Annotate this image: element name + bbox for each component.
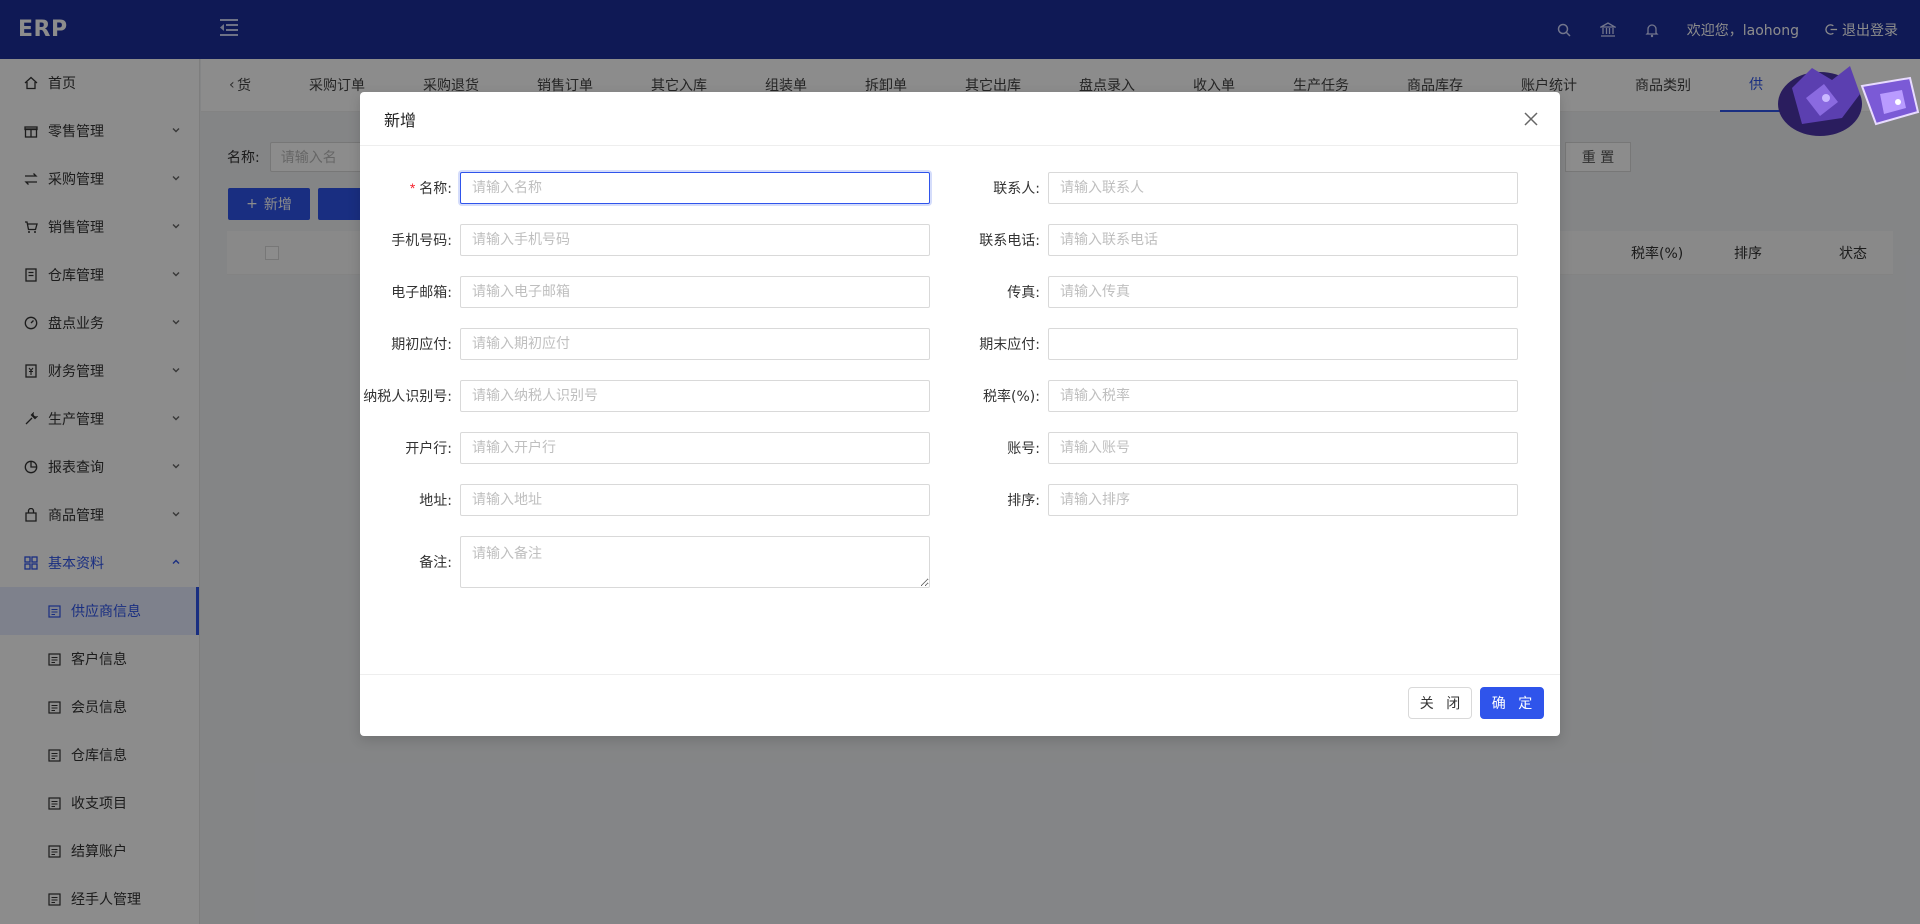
form-item-mobile: 手机号码: (360, 224, 930, 256)
remark-field[interactable] (460, 536, 930, 588)
form-item-address: 地址: (360, 484, 930, 516)
dialog-title: 新增 (384, 110, 417, 130)
tax-id-field[interactable] (460, 380, 930, 412)
form-item-contact: 联系人: (948, 172, 1518, 204)
phone-field[interactable] (1048, 224, 1518, 256)
mobile-field[interactable] (460, 224, 930, 256)
contact-label: 联系人: (993, 181, 1040, 197)
fax-field[interactable] (1048, 276, 1518, 308)
supplier-form: *名称: 手机号码: 电子邮箱: 期初应付: 纳税人识别号: 开户行: 地址: (360, 146, 1560, 674)
close-icon[interactable] (1520, 108, 1542, 130)
email-label: 电子邮箱: (391, 285, 452, 301)
form-item-tax-rate: 税率(%): (948, 380, 1518, 412)
bank-field[interactable] (460, 432, 930, 464)
form-item-sort: 排序: (948, 484, 1518, 516)
fax-label: 传真: (1007, 285, 1040, 301)
form-item-phone: 联系电话: (948, 224, 1518, 256)
form-item-remark: 备注: (360, 536, 930, 588)
contact-field[interactable] (1048, 172, 1518, 204)
end-payable-field[interactable] (1048, 328, 1518, 360)
add-supplier-dialog: 新增 *名称: 手机号码: 电子邮箱: 期初应付: 纳税人识别号: 开户行: (360, 92, 1560, 736)
mascot-decoration-icon (1778, 66, 1920, 136)
form-item-name: * 名称: (360, 172, 930, 204)
dialog-header: 新增 (360, 92, 1560, 146)
form-item-fax: 传真: (948, 276, 1518, 308)
account-number-label: 账号: (1007, 441, 1040, 457)
tax-id-label: 纳税人识别号: (363, 389, 452, 405)
account-number-field[interactable] (1048, 432, 1518, 464)
address-label: 地址: (419, 493, 452, 509)
confirm-button[interactable]: 确 定 (1480, 687, 1544, 719)
form-item-email: 电子邮箱: (360, 276, 930, 308)
form-item-account-number: 账号: (948, 432, 1518, 464)
mobile-label: 手机号码: (391, 233, 452, 249)
required-mark: * (409, 180, 416, 196)
form-item-bank: 开户行: (360, 432, 930, 464)
form-item-tax-id: 纳税人识别号: (360, 380, 930, 412)
phone-label: 联系电话: (979, 233, 1040, 249)
email-field[interactable] (460, 276, 930, 308)
tax-rate-label: 税率(%): (983, 389, 1040, 405)
dialog-footer: 关 闭 确 定 (360, 674, 1560, 736)
end-payable-label: 期末应付: (979, 337, 1040, 353)
close-button[interactable]: 关 闭 (1408, 687, 1472, 719)
name-field[interactable] (460, 172, 930, 204)
remark-label: 备注: (419, 555, 452, 571)
sort-field[interactable] (1048, 484, 1518, 516)
name-label: 名称: (419, 181, 452, 197)
address-field[interactable] (460, 484, 930, 516)
begin-payable-label: 期初应付: (391, 337, 452, 353)
begin-payable-field[interactable] (460, 328, 930, 360)
form-item-end-payable: 期末应付: (948, 328, 1518, 360)
sort-label: 排序: (1007, 493, 1040, 509)
form-item-begin-payable: 期初应付: (360, 328, 930, 360)
field-label: * 名称: (360, 178, 460, 198)
tax-rate-field[interactable] (1048, 380, 1518, 412)
bank-label: 开户行: (405, 441, 452, 457)
